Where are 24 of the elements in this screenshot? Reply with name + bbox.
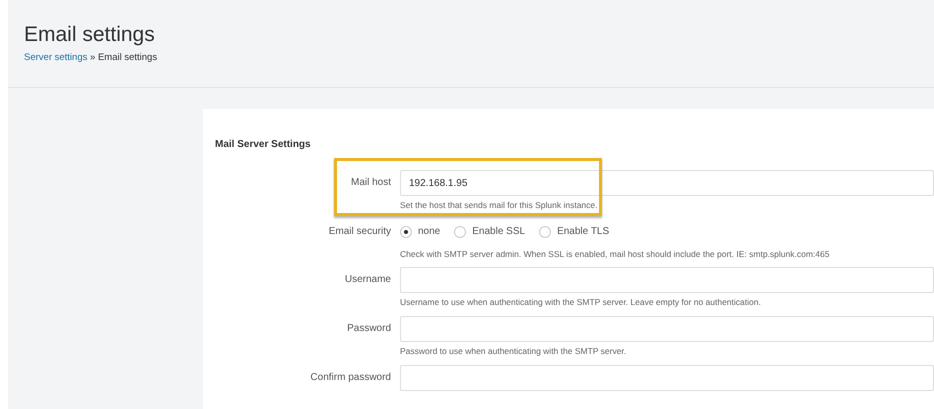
page-title: Email settings — [24, 22, 156, 48]
text-field[interactable] — [400, 267, 934, 294]
help-text: Set the host that sends mail for this Splunk instance. — [400, 200, 598, 211]
radio-button[interactable] — [539, 226, 552, 238]
breadcrumb-link[interactable]: Server settings — [24, 52, 88, 64]
text-field[interactable]: 192.168.1.95 — [400, 170, 934, 196]
help-text: Check with SMTP server admin. When SSL is enabled, mail host should include the port. IE: smtp.splunk.com:465 — [400, 248, 830, 260]
field-label: Username — [344, 273, 392, 288]
field-label: Mail host — [350, 176, 392, 190]
radio-button[interactable] — [454, 226, 466, 238]
radio-button[interactable] — [400, 226, 412, 238]
field-label: Email security — [328, 224, 392, 239]
radio-label[interactable]: Enable TLS — [557, 224, 610, 240]
radio-label[interactable]: Enable SSL — [472, 224, 526, 240]
help-text: Password to use when authenticating with the SMTP server. — [400, 346, 628, 356]
text-field[interactable] — [400, 316, 934, 342]
breadcrumb-current: Email settings — [98, 52, 158, 64]
help-text: Username to use when authenticating with the SMTP server. Leave empty for no authentication. — [400, 297, 762, 308]
text-field[interactable] — [400, 364, 934, 390]
field-label: Password — [346, 322, 392, 336]
field-label: Confirm password — [309, 370, 392, 384]
radio-label[interactable]: none — [418, 224, 440, 240]
section-title: Mail Server Settings — [215, 138, 311, 152]
breadcrumb-separator: » — [89, 52, 96, 64]
